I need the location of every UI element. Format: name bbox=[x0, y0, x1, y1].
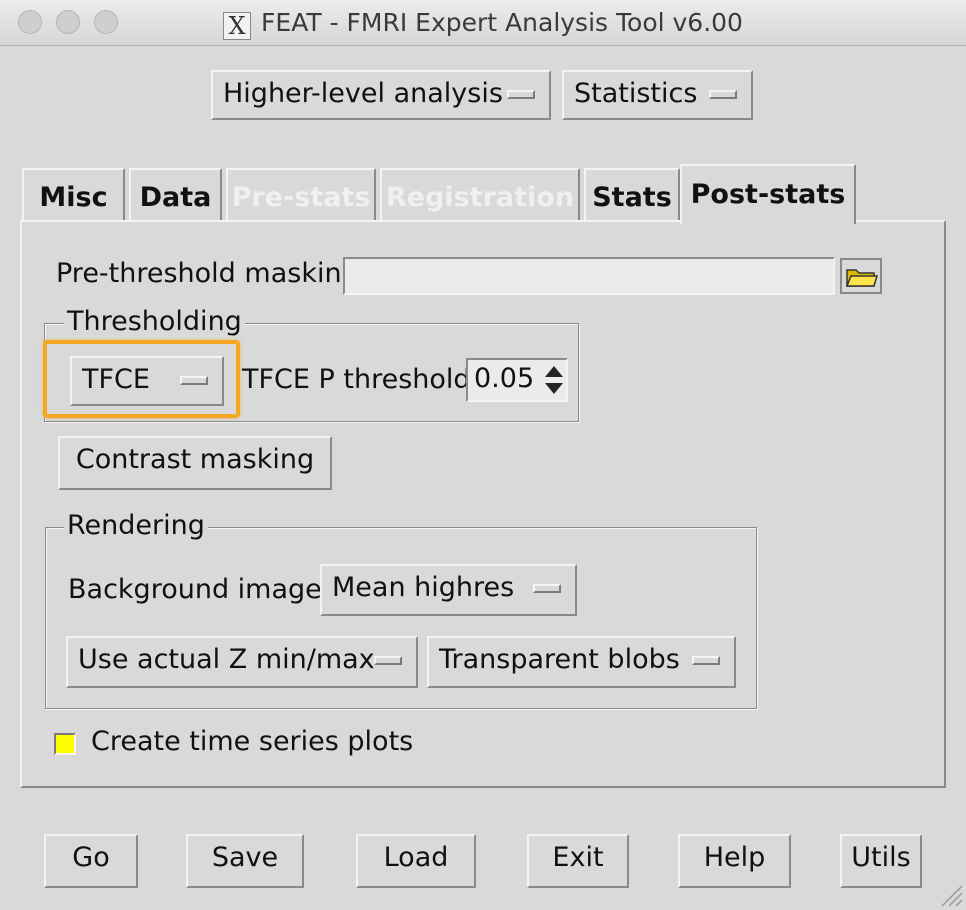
window-title: FEAT - FMRI Expert Analysis Tool v6.00 bbox=[261, 8, 743, 37]
spin-up-icon[interactable] bbox=[545, 366, 563, 377]
z-range-menu[interactable]: Use actual Z min/max bbox=[66, 636, 418, 688]
background-image-value: Mean highres bbox=[332, 572, 515, 603]
window-title-area: X FEAT - FMRI Expert Analysis Tool v6.00 bbox=[0, 8, 966, 40]
spin-down-icon[interactable] bbox=[545, 383, 563, 394]
tfce-p-threshold-value: 0.05 bbox=[474, 363, 535, 394]
save-button[interactable]: Save bbox=[186, 834, 304, 888]
background-image-menu[interactable]: Mean highres bbox=[320, 564, 577, 616]
x11-logo-icon: X bbox=[223, 12, 252, 40]
tab-stats[interactable]: Stats bbox=[584, 168, 680, 220]
contrast-masking-button[interactable]: Contrast masking bbox=[58, 436, 332, 490]
blob-style-value: Transparent blobs bbox=[439, 644, 680, 675]
blob-style-menu[interactable]: Transparent blobs bbox=[427, 636, 736, 688]
go-button[interactable]: Go bbox=[44, 834, 138, 888]
timeseries-label: Create time series plots bbox=[91, 726, 414, 757]
rendering-title: Rendering bbox=[64, 510, 208, 541]
z-range-value: Use actual Z min/max bbox=[78, 644, 375, 675]
menu-indicator-icon bbox=[692, 656, 720, 665]
analysis-stage-menu[interactable]: Statistics bbox=[562, 70, 753, 120]
tfce-p-threshold-label: TFCE P threshold bbox=[242, 364, 471, 395]
timeseries-checkbox[interactable] bbox=[54, 733, 76, 755]
analysis-stage-value: Statistics bbox=[574, 78, 698, 109]
resize-grip-icon[interactable] bbox=[936, 880, 964, 908]
menu-indicator-icon bbox=[709, 90, 737, 99]
threshold-method-value: TFCE bbox=[82, 364, 150, 395]
tab-post-stats[interactable]: Post-stats bbox=[680, 164, 856, 224]
analysis-level-menu[interactable]: Higher-level analysis bbox=[211, 70, 551, 120]
menu-indicator-icon bbox=[180, 376, 208, 385]
menu-indicator-icon bbox=[374, 656, 402, 665]
pre-threshold-label: Pre-threshold masking bbox=[56, 258, 359, 289]
background-image-label: Background image bbox=[68, 574, 322, 605]
menu-indicator-icon bbox=[507, 90, 535, 99]
tfce-p-threshold-spinbox[interactable]: 0.05 bbox=[466, 358, 568, 402]
pre-threshold-input[interactable] bbox=[343, 257, 835, 295]
load-button[interactable]: Load bbox=[356, 834, 476, 888]
utils-button[interactable]: Utils bbox=[840, 834, 922, 888]
threshold-method-menu[interactable]: TFCE bbox=[70, 356, 224, 406]
tab-misc[interactable]: Misc bbox=[22, 168, 125, 220]
spin-arrows[interactable] bbox=[542, 360, 566, 400]
help-button[interactable]: Help bbox=[678, 834, 791, 888]
folder-browse-icon[interactable] bbox=[840, 258, 882, 294]
exit-button[interactable]: Exit bbox=[527, 834, 629, 888]
tab-data[interactable]: Data bbox=[129, 168, 222, 220]
tab-registration: Registration bbox=[380, 168, 580, 220]
title-bar: X FEAT - FMRI Expert Analysis Tool v6.00 bbox=[0, 0, 966, 46]
thresholding-title: Thresholding bbox=[64, 306, 245, 337]
menu-indicator-icon bbox=[533, 584, 561, 593]
tab-pre-stats: Pre-stats bbox=[226, 168, 376, 220]
analysis-level-value: Higher-level analysis bbox=[223, 78, 503, 109]
